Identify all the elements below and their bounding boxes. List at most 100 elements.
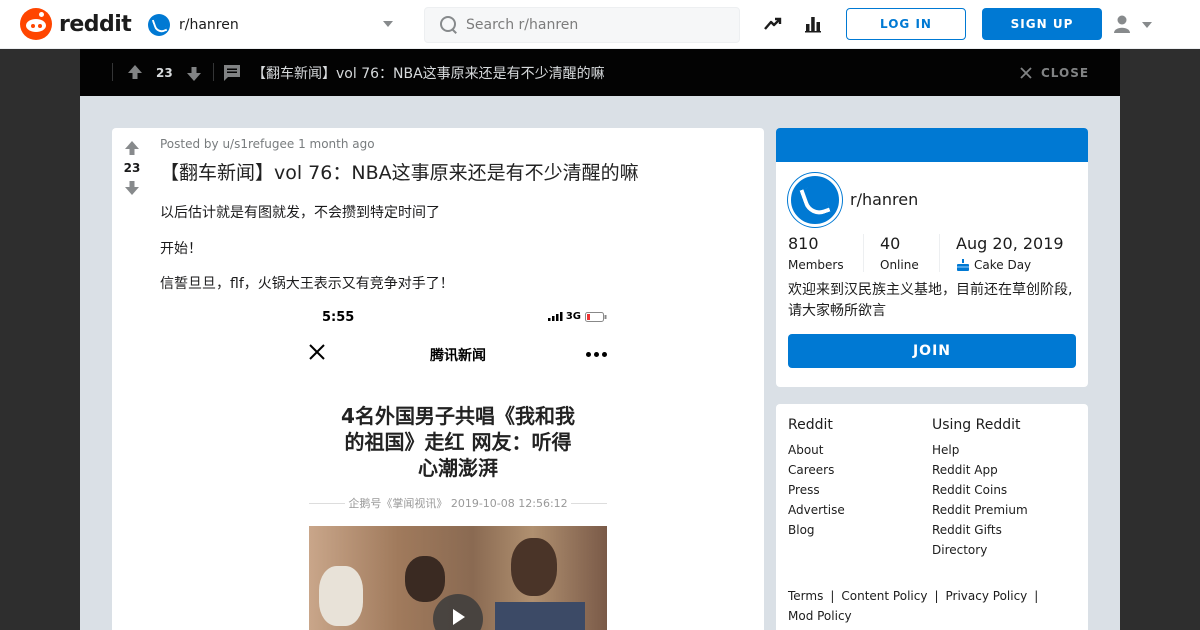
link-advertise[interactable]: Advertise [788, 500, 845, 520]
separator: | [934, 589, 939, 603]
members-label: Members [788, 258, 844, 272]
search-input[interactable] [466, 17, 726, 33]
divider [863, 234, 864, 272]
post-paragraph: 以后估计就是有图就发，不会攒到特定时间了 [160, 205, 440, 221]
login-button[interactable]: LOG IN [846, 8, 966, 40]
links-column-using-reddit: Using Reddit Help Reddit App Reddit Coin… [932, 417, 1028, 560]
battery-icon [585, 311, 607, 322]
close-post-button[interactable]: CLOSE [1020, 66, 1089, 80]
link-press[interactable]: Press [788, 480, 845, 500]
divider [571, 503, 607, 504]
comment-icon [224, 65, 240, 81]
phone-time: 5:55 [322, 310, 355, 325]
links-column-reddit: Reddit About Careers Press Advertise Blo… [788, 417, 845, 540]
chevron-down-icon [1142, 22, 1152, 28]
postbar-score: 23 [156, 65, 173, 80]
signup-button[interactable]: SIGN UP [982, 8, 1102, 40]
separator: | [830, 589, 835, 603]
community-card: r/hanren 810 Members 40 Online Aug 20, 2… [776, 128, 1088, 387]
online-stat: 40 Online [880, 234, 919, 272]
post-meta: Posted by u/s1refugee 1 month ago [160, 137, 375, 151]
divider [213, 63, 214, 81]
postbar-title: 【翻车新闻】vol 76：NBA这事原来还是有不少清醒的嘛 [252, 65, 605, 82]
app-title: 腾讯新闻 [430, 348, 486, 364]
downvote-icon[interactable] [124, 180, 140, 196]
video-thumbnail[interactable] [309, 526, 607, 630]
post-title: 【翻车新闻】vol 76：NBA这事原来还是有不少清醒的嘛 [160, 162, 639, 184]
community-description: 欢迎来到汉民族主义基地，目前还在草创阶段,请大家畅所欲言 [788, 282, 1073, 319]
post-paragraph: 信誓旦旦，flf，火锅大王表示又有竞争对手了！ [160, 276, 454, 292]
embed-headline: 4名外国男子共唱《我和我 的祖国》走红 网友：听得 心潮澎湃 [309, 403, 607, 481]
members-count: 810 [788, 234, 819, 253]
community-dropdown[interactable]: r/hanren [147, 10, 399, 40]
signal-icon [547, 312, 563, 321]
search-icon [440, 16, 458, 34]
community-banner [776, 128, 1088, 162]
cake-day-label: Cake Day [974, 258, 1032, 272]
post-image[interactable]: 5:55 3G 腾讯新闻 4名外国男子共唱《我和我 的祖国》走红 网友：听得 心… [309, 302, 607, 630]
cake-icon [957, 258, 969, 271]
close-icon [1020, 66, 1032, 79]
divider [112, 63, 113, 81]
headline-line: 心潮澎湃 [418, 456, 498, 480]
post-top-bar: 23 【翻车新闻】vol 76：NBA这事原来还是有不少清醒的嘛 CLOSE [80, 49, 1120, 96]
trending-icon[interactable] [763, 14, 783, 34]
phone-status: 3G [547, 311, 607, 322]
join-button[interactable]: JOIN [788, 334, 1076, 368]
cake-day-date: Aug 20, 2019 [956, 234, 1064, 253]
links-heading: Reddit [788, 417, 833, 433]
link-reddit-app[interactable]: Reddit App [932, 460, 1028, 480]
user-menu-dropdown[interactable] [1112, 12, 1160, 36]
link-terms[interactable]: Terms [788, 589, 823, 603]
headline-line: 4名外国男子共唱《我和我 [341, 404, 575, 428]
stats-icon[interactable] [803, 14, 823, 34]
headline-line: 的祖国》走红 网友：听得 [344, 430, 572, 454]
embed-source: 企鹅号《掌闻视讯》 2019-10-08 12:56:12 [348, 497, 568, 510]
link-reddit-coins[interactable]: Reddit Coins [932, 480, 1028, 500]
community-dropdown-label: r/hanren [179, 17, 239, 33]
community-avatar [788, 173, 842, 227]
members-stat: 810 Members [788, 234, 844, 272]
link-reddit-gifts[interactable]: Reddit Gifts [932, 520, 1028, 540]
online-count: 40 [880, 234, 901, 253]
community-name[interactable]: r/hanren [850, 190, 918, 209]
link-reddit-premium[interactable]: Reddit Premium [932, 500, 1028, 520]
link-privacy-policy[interactable]: Privacy Policy [946, 589, 1028, 603]
person-figure [405, 556, 445, 602]
brand-wordmark: reddit [59, 11, 132, 37]
link-blog[interactable]: Blog [788, 520, 845, 540]
person-figure [319, 566, 363, 626]
post-score: 23 [123, 161, 141, 175]
policy-links: Terms | Content Policy | Privacy Policy | Mod … [788, 586, 1078, 626]
cake-day-row: Cake Day [956, 258, 1064, 272]
link-about[interactable]: About [788, 440, 845, 460]
network-label: 3G [565, 311, 581, 322]
link-careers[interactable]: Careers [788, 460, 845, 480]
reddit-alien-icon [20, 8, 52, 40]
online-label: Online [880, 258, 919, 272]
upvote-icon[interactable] [127, 64, 143, 80]
chevron-down-icon [383, 21, 393, 27]
link-mod-policy[interactable]: Mod Policy [788, 609, 852, 623]
person-figure [495, 602, 585, 630]
footer-links-card: Reddit About Careers Press Advertise Blo… [776, 404, 1088, 630]
cake-day-stat: Aug 20, 2019 Cake Day [956, 234, 1064, 272]
link-content-policy[interactable]: Content Policy [841, 589, 927, 603]
more-icon [586, 352, 607, 357]
link-help[interactable]: Help [932, 440, 1028, 460]
separator: | [1034, 589, 1039, 603]
upvote-icon[interactable] [124, 140, 140, 156]
close-label: CLOSE [1041, 65, 1090, 80]
downvote-icon[interactable] [186, 66, 202, 82]
reddit-logo[interactable]: reddit [20, 8, 132, 40]
subreddit-icon [148, 14, 170, 36]
post-paragraph: 开始！ [160, 241, 202, 257]
person-figure [511, 538, 557, 596]
divider [939, 234, 940, 272]
play-button[interactable] [433, 594, 483, 630]
links-heading: Using Reddit [932, 417, 1021, 433]
search-bar[interactable] [424, 7, 740, 43]
top-header: reddit r/hanren LOG IN SIGN UP [0, 0, 1200, 49]
user-icon [1114, 15, 1130, 33]
link-directory[interactable]: Directory [932, 540, 1028, 560]
